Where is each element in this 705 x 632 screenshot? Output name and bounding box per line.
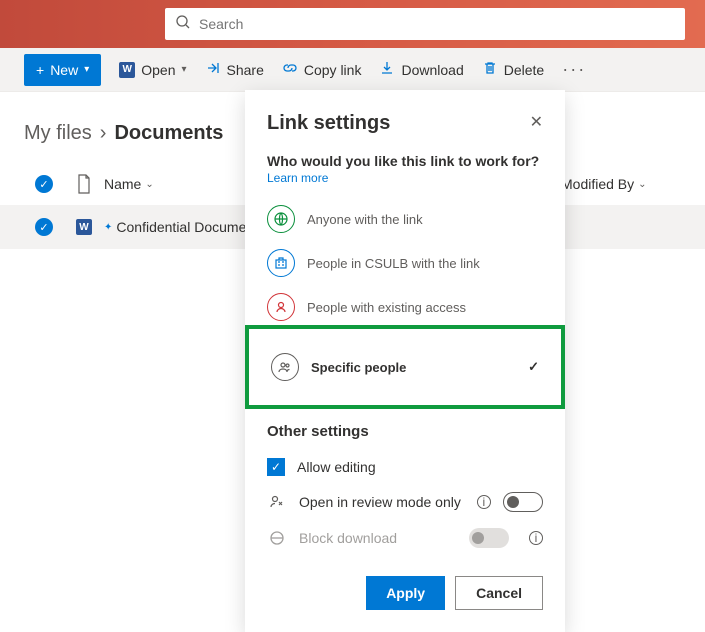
link-settings-modal: Link settings ✕ Who would you like this … [245, 90, 565, 632]
download-icon [379, 60, 395, 79]
apply-button[interactable]: Apply [366, 576, 445, 610]
people-icon [271, 353, 299, 381]
search-box[interactable] [165, 8, 685, 40]
modal-title: Link settings [267, 112, 390, 135]
download-button[interactable]: Download [379, 60, 463, 79]
file-type-icon [64, 174, 104, 194]
top-banner [0, 0, 705, 48]
shared-indicator-icon: ✦ [104, 222, 112, 233]
command-bar: + New ▾ W Open ▾ Share Copy link Downloa… [0, 48, 705, 92]
word-doc-icon: W [64, 219, 104, 235]
chevron-down-icon: ▾ [181, 64, 186, 75]
info-icon[interactable]: i [529, 531, 543, 545]
column-modified-by[interactable]: Modified By ⌄ [561, 176, 681, 192]
search-input[interactable] [199, 16, 675, 32]
share-label: Share [227, 62, 264, 78]
option-anyone[interactable]: Anyone with the link [267, 197, 543, 241]
setting-label: Allow editing [297, 459, 376, 475]
review-icon [267, 493, 287, 511]
highlighted-option: Specific people ✓ [245, 325, 565, 409]
building-icon [267, 249, 295, 277]
review-mode-toggle[interactable] [503, 492, 543, 512]
open-button[interactable]: W Open ▾ [119, 62, 186, 78]
select-all-checkbox[interactable] [24, 175, 64, 193]
copy-link-label: Copy link [304, 62, 362, 78]
open-label: Open [141, 62, 175, 78]
close-button[interactable]: ✕ [530, 112, 543, 132]
option-label: Anyone with the link [307, 212, 423, 227]
word-icon: W [119, 62, 135, 78]
more-button[interactable]: ··· [562, 59, 586, 80]
modal-subtitle: Who would you like this link to work for… [267, 153, 543, 185]
share-button[interactable]: Share [205, 60, 264, 79]
search-icon [175, 14, 191, 35]
breadcrumb-current: Documents [114, 122, 223, 145]
chevron-right-icon: › [100, 122, 107, 145]
block-icon [267, 530, 287, 546]
link-icon [282, 60, 298, 79]
learn-more-link[interactable]: Learn more [267, 171, 328, 185]
copy-link-button[interactable]: Copy link [282, 60, 362, 79]
trash-icon [482, 60, 498, 79]
globe-icon [267, 205, 295, 233]
check-icon: ✓ [528, 359, 539, 375]
option-label: People in CSULB with the link [307, 256, 480, 271]
new-button[interactable]: + New ▾ [24, 54, 101, 86]
chevron-down-icon: ▾ [84, 64, 89, 75]
option-label: Specific people [311, 360, 406, 375]
delete-label: Delete [504, 62, 544, 78]
setting-block-download: Block download i [267, 520, 543, 556]
setting-review-mode[interactable]: Open in review mode only i [267, 484, 543, 520]
other-settings-title: Other settings [267, 423, 543, 440]
setting-label: Block download [299, 530, 397, 546]
person-icon [267, 293, 295, 321]
new-label: New [50, 62, 78, 78]
cancel-button[interactable]: Cancel [455, 576, 543, 610]
block-download-toggle [469, 528, 509, 548]
delete-button[interactable]: Delete [482, 60, 544, 79]
download-label: Download [401, 62, 463, 78]
breadcrumb-root[interactable]: My files [24, 122, 92, 145]
chevron-down-icon: ⌄ [145, 179, 153, 190]
plus-icon: + [36, 62, 44, 78]
option-label: People with existing access [307, 300, 466, 315]
option-specific-people[interactable]: Specific people ✓ [271, 345, 539, 389]
setting-allow-editing[interactable]: Allow editing [267, 450, 543, 484]
row-checkbox[interactable] [24, 218, 64, 236]
chevron-down-icon: ⌄ [638, 179, 646, 190]
option-organization[interactable]: People in CSULB with the link [267, 241, 543, 285]
file-name: Confidential Document [116, 219, 258, 235]
info-icon[interactable]: i [477, 495, 491, 509]
share-icon [205, 60, 221, 79]
allow-editing-checkbox[interactable] [267, 458, 285, 476]
setting-label: Open in review mode only [299, 494, 461, 510]
option-existing-access[interactable]: People with existing access [267, 285, 543, 329]
